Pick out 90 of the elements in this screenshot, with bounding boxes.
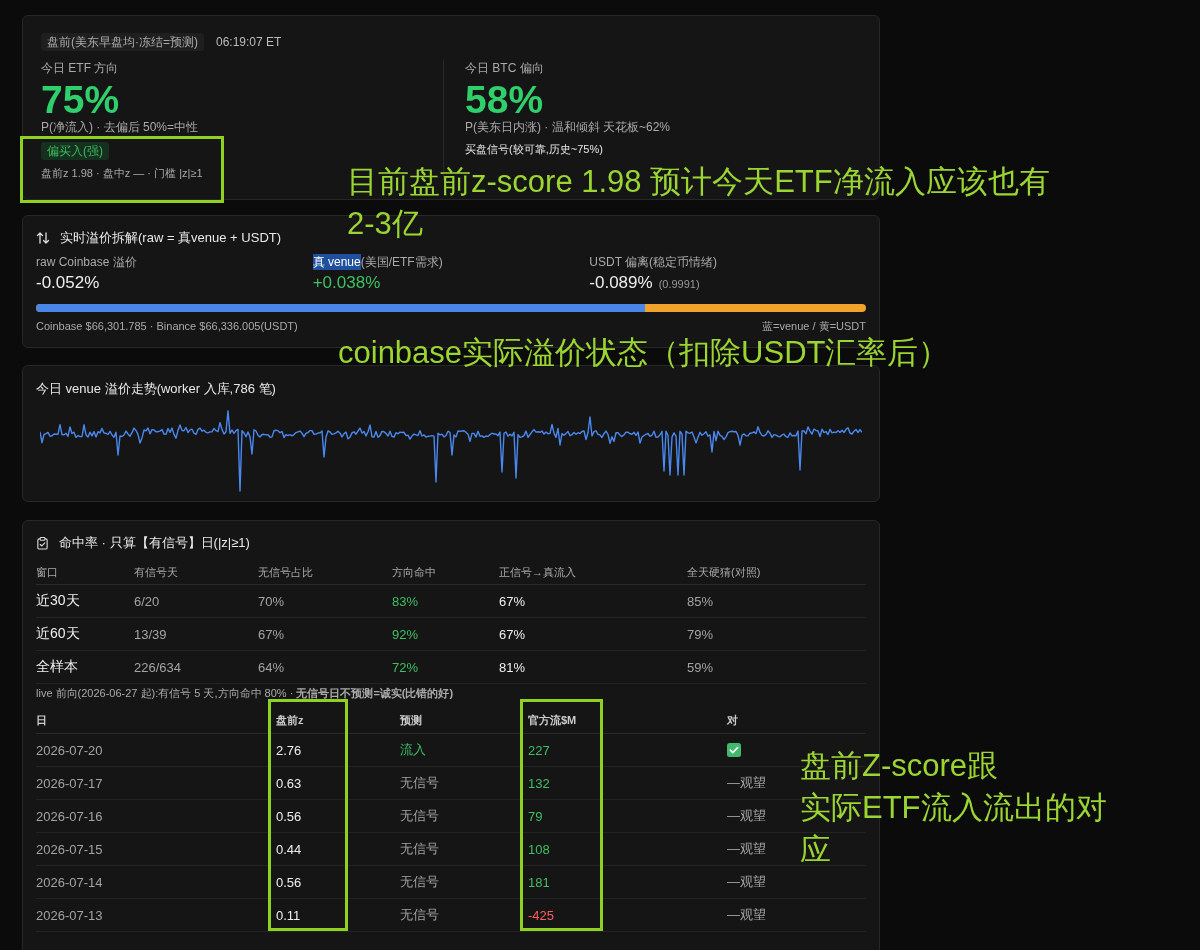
up-down-arrows-icon [36,231,50,245]
table-cell-text: 6/20 [134,593,161,609]
column-header: 官方流$M [528,712,578,728]
column-header: 正信号→真流入 [499,564,577,580]
table-cell: —观望 [727,840,766,858]
column-header: 盘前z [276,712,305,728]
card-title: 命中率 · 只算【有信号】日(|z|≥1) [59,534,250,552]
table-cell-text: 无信号 [400,840,440,858]
annotation-text: 盘前Z-score跟 [800,747,999,785]
table-cell-text: 92% [392,626,420,642]
signal-tag: 偏买入(强) [41,142,109,160]
table-cell-text: 2026-07-15 [36,841,104,857]
table-cell-text: 0.63 [276,775,303,791]
table-cell-text: 83% [392,593,420,609]
table-cell-text: 0.44 [276,841,303,857]
table-cell-text: 0.11 [276,907,302,923]
table-cell-text: 2026-07-14 [36,874,104,890]
table-cell-text: 67% [499,626,527,642]
table-cell-text: 85% [687,593,715,609]
card-title: 今日 venue 溢价走势(worker 入库,786 笔) [36,381,276,396]
percent-value: 75% [41,80,120,120]
column-header: 预测 [400,712,423,728]
table-cell: —观望 [727,807,766,825]
metric-subvalue: (0.9991) [658,278,700,290]
table-cell: —观望 [727,873,766,891]
panel-label: 今日 ETF 方向 [41,60,119,76]
price-text: Coinbase $66,301.785 · Binance $66,336.005(USDT) [36,319,298,333]
table-cell-text: 132 [528,775,551,791]
table-cell-text: 79% [687,626,715,642]
panel-label: 今日 BTC 偏向 [465,60,544,76]
table-cell-text: -425 [528,907,556,923]
table-cell-text: 2.76 [276,742,303,758]
annotation-text: coinbase实际溢价状态（扣除USDT汇率后） [338,334,950,372]
session-badge: 盘前(美东早盘均·冻结=预测) [41,33,204,51]
column-header: 窗口 [36,564,59,580]
table-cell-text: 181 [528,874,551,890]
note-text: live 前向(2026-06-27 起):有信号 5 天,方向命中 80% · 无信号日不预测=诚实(比错的好) [36,686,455,701]
table-cell-text: 79 [528,808,544,824]
table-cell-text: 无信号 [400,774,440,792]
metric-value: -0.052% [36,272,100,294]
table-cell-text: 无信号 [400,807,440,825]
table-cell-text: 70% [258,593,286,609]
table-cell-text: 67% [258,626,286,642]
table-cell-text: 无信号 [400,906,440,924]
check-icon [727,743,741,757]
clipboard-icon [36,536,49,550]
annotation-text: 目前盘前z-score 1.98 预计今天ETF净流入应该也有2-3亿 [347,163,1051,243]
table-cell: —观望 [727,906,766,924]
column-header: 无信号占比 [258,564,314,580]
percent-value: 58% [465,80,544,120]
table-cell-text: 13/39 [134,626,168,642]
table-cell-text: 0.56 [276,874,303,890]
table-cell-text: 0.56 [276,808,303,824]
table-cell-text: 2026-07-20 [36,742,104,758]
column-header: 有信号天 [134,564,179,580]
highlighted-label: 真 venue [312,254,361,270]
table-cell-text: 108 [528,841,551,857]
table-cell-text: 流入 [400,741,427,759]
table-cell-text: 81% [499,659,527,675]
column-header: 方向命中 [392,564,437,580]
metric-value: +0.038% [312,272,381,294]
table-cell-text: 2026-07-17 [36,775,104,791]
signal-text: 买盘信号(较可靠,历史~75%) [465,142,603,156]
table-cell-text: 近60天 [36,625,81,643]
table-cell-text: 59% [687,659,715,675]
table-cell-text: 64% [258,659,286,675]
table-cell-text: 无信号 [400,873,440,891]
column-header: 对 [727,712,739,728]
table-cell-text: 2026-07-13 [36,907,104,923]
table-cell-text: 全样本 [36,658,79,676]
time-text: 06:19:07 ET [216,35,282,49]
column-header: 全天硬猜(对照) [687,564,762,580]
detail-text: 盘前z 1.98 · 盘中z — · 门槛 |z|≥1 [41,166,203,180]
caption-text: P(净流入) · 去偏后 50%=中性 [41,120,199,134]
table-cell: —观望 [727,774,766,792]
table-cell-text: 226/634 [134,659,182,675]
table-cell-text: 近30天 [36,592,81,610]
table-cell-text: 227 [528,742,551,758]
card-title: 实时溢价拆解(raw = 真venue + USDT) [60,229,282,247]
metric-label: raw Coinbase 溢价 [36,254,137,270]
annotation-text: 实际ETF流入流出的对应 [800,789,1108,869]
metric-value: -0.089% [589,272,653,294]
metric-label: USDT 偏离(稳定币情绪) [589,254,718,270]
legend-text: 蓝=venue / 黄=USDT [762,319,866,333]
caption-text: P(美东日内涨) · 温和倾斜 天花板~62% [465,120,671,134]
table-cell-text: 2026-07-16 [36,808,104,824]
column-header: 日 [36,712,48,728]
table-cell-text: 67% [499,593,527,609]
metric-label: (美国/ETF需求) [360,254,443,270]
table-cell-text: 72% [392,659,420,675]
